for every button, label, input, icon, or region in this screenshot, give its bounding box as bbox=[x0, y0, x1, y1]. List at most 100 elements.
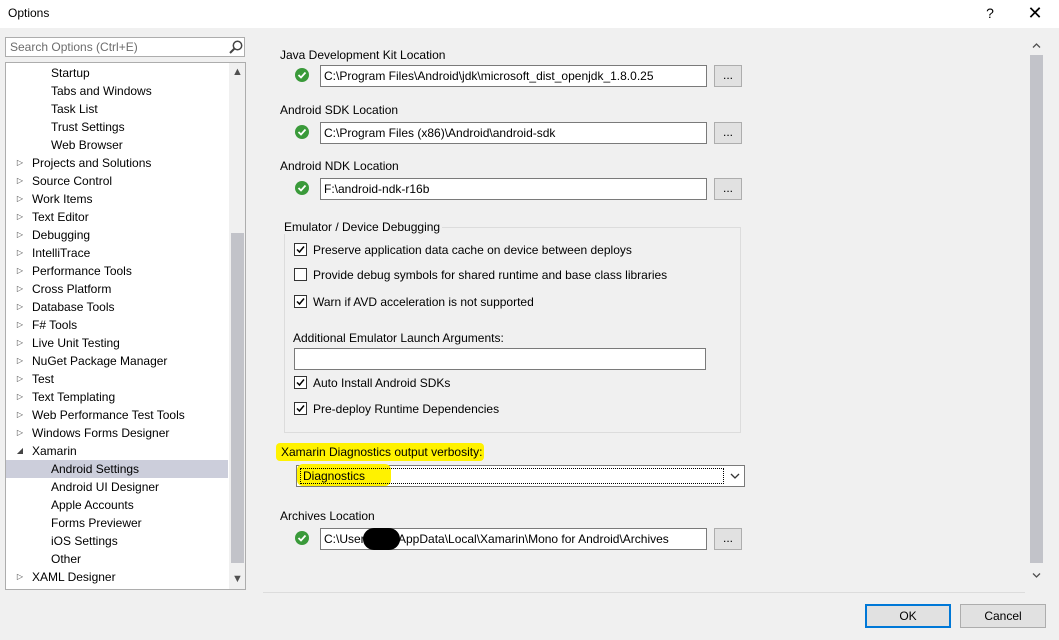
verbosity-dropdown[interactable]: Diagnostics bbox=[296, 464, 745, 487]
search-icon[interactable] bbox=[228, 39, 244, 55]
tree-item[interactable]: Startup bbox=[6, 64, 228, 82]
collapsed-arrow-icon[interactable]: ▷ bbox=[15, 190, 25, 208]
expanded-arrow-icon[interactable]: ◢ bbox=[15, 442, 25, 460]
predeploy-label[interactable]: Pre-deploy Runtime Dependencies bbox=[313, 402, 499, 416]
collapsed-arrow-icon[interactable]: ▷ bbox=[15, 370, 25, 388]
tree-item-label: Performance Tools bbox=[32, 264, 132, 278]
tree-item-label: Forms Previewer bbox=[51, 516, 142, 530]
preserve-cache-checkbox[interactable] bbox=[294, 243, 307, 256]
tree-item-label: Apple Accounts bbox=[51, 498, 134, 512]
collapsed-arrow-icon[interactable]: ▷ bbox=[15, 226, 25, 244]
tree-item-label: XAML Designer bbox=[32, 570, 116, 584]
tree-item[interactable]: ▷ Projects and Solutions bbox=[6, 154, 228, 172]
tree-item[interactable]: ▷ Database Tools bbox=[6, 298, 228, 316]
tree-item[interactable]: iOS Settings bbox=[6, 532, 228, 550]
collapsed-arrow-icon[interactable]: ▷ bbox=[15, 208, 25, 226]
tree-item[interactable]: ▷ XAML Designer bbox=[6, 568, 228, 586]
tree-item[interactable]: ▷ Text Templating bbox=[6, 388, 228, 406]
scroll-down-icon[interactable]: ▼ bbox=[229, 570, 245, 588]
archives-label: Archives Location bbox=[280, 509, 375, 523]
collapsed-arrow-icon[interactable]: ▷ bbox=[15, 424, 25, 442]
settings-scroll-thumb[interactable] bbox=[1030, 55, 1043, 563]
tree-item-label: Projects and Solutions bbox=[32, 156, 152, 170]
tree-item[interactable]: Trust Settings bbox=[6, 118, 228, 136]
tree-item[interactable]: Android Settings bbox=[6, 460, 228, 478]
tree-item[interactable]: ▷ Test bbox=[6, 370, 228, 388]
collapsed-arrow-icon[interactable]: ▷ bbox=[15, 406, 25, 424]
tree-item[interactable]: ▷ F# Tools bbox=[6, 316, 228, 334]
tree-item[interactable]: Task List bbox=[6, 100, 228, 118]
tree-item-label: Text Editor bbox=[32, 210, 89, 224]
ok-button[interactable]: OK bbox=[865, 604, 951, 628]
archives-browse-button[interactable]: ... bbox=[714, 528, 742, 550]
help-button[interactable]: ? bbox=[976, 2, 1004, 24]
search-input[interactable] bbox=[6, 38, 220, 56]
ndk-path-field[interactable] bbox=[320, 178, 707, 200]
auto-install-checkbox[interactable] bbox=[294, 376, 307, 389]
tree-item[interactable]: ▷ Windows Forms Designer bbox=[6, 424, 228, 442]
scroll-up-icon[interactable]: ▲ bbox=[229, 63, 245, 81]
sdk-browse-button[interactable]: ... bbox=[714, 122, 742, 144]
emulator-group-title: Emulator / Device Debugging bbox=[282, 220, 443, 234]
auto-install-label[interactable]: Auto Install Android SDKs bbox=[313, 376, 450, 390]
predeploy-checkbox[interactable] bbox=[294, 402, 307, 415]
options-tree: Startup Tabs and Windows Task List Trust Se… bbox=[5, 62, 246, 590]
settings-scrollbar[interactable] bbox=[1028, 37, 1045, 585]
verbosity-label: Xamarin Diagnostics output verbosity: bbox=[281, 445, 483, 459]
tree-item[interactable]: ◢ Xamarin bbox=[6, 442, 228, 460]
tree-item[interactable]: ▷ Text Editor bbox=[6, 208, 228, 226]
search-box[interactable] bbox=[5, 37, 245, 57]
tree-item[interactable]: ▷ NuGet Package Manager bbox=[6, 352, 228, 370]
jdk-browse-button[interactable]: ... bbox=[714, 65, 742, 87]
ndk-path-input[interactable] bbox=[321, 179, 706, 199]
tree-item[interactable]: ▷ IntelliTrace bbox=[6, 244, 228, 262]
chevron-down-icon[interactable] bbox=[725, 466, 744, 486]
tree-item[interactable]: ▷ Web Performance Test Tools bbox=[6, 406, 228, 424]
tree-item-label: Other bbox=[51, 552, 82, 566]
collapsed-arrow-icon[interactable]: ▷ bbox=[15, 316, 25, 334]
cancel-button[interactable]: Cancel bbox=[960, 604, 1046, 628]
warn-avd-label[interactable]: Warn if AVD acceleration is not supporte… bbox=[313, 295, 534, 309]
collapsed-arrow-icon[interactable]: ▷ bbox=[15, 298, 25, 316]
tree-item[interactable]: ▷ Work Items bbox=[6, 190, 228, 208]
collapsed-arrow-icon[interactable]: ▷ bbox=[15, 388, 25, 406]
jdk-path-field[interactable] bbox=[320, 65, 707, 87]
close-button[interactable]: ✕ bbox=[1020, 2, 1050, 24]
preserve-cache-label[interactable]: Preserve application data cache on devic… bbox=[313, 243, 632, 257]
collapsed-arrow-icon[interactable]: ▷ bbox=[15, 352, 25, 370]
tree-item-label: Tabs and Windows bbox=[51, 84, 152, 98]
tree-item[interactable]: Web Browser bbox=[6, 136, 228, 154]
collapsed-arrow-icon[interactable]: ▷ bbox=[15, 568, 25, 586]
collapsed-arrow-icon[interactable]: ▷ bbox=[15, 334, 25, 352]
warn-avd-checkbox[interactable] bbox=[294, 295, 307, 308]
scroll-up-icon[interactable] bbox=[1028, 37, 1045, 53]
debug-symbols-label[interactable]: Provide debug symbols for shared runtime… bbox=[313, 268, 667, 282]
tree-item[interactable]: Tabs and Windows bbox=[6, 82, 228, 100]
debug-symbols-checkbox[interactable] bbox=[294, 268, 307, 281]
tree-item[interactable]: ▷ Debugging bbox=[6, 226, 228, 244]
sdk-path-field[interactable] bbox=[320, 122, 707, 144]
collapsed-arrow-icon[interactable]: ▷ bbox=[15, 280, 25, 298]
ndk-browse-button[interactable]: ... bbox=[714, 178, 742, 200]
tree-item[interactable]: ▷ Source Control bbox=[6, 172, 228, 190]
tree-item[interactable]: Android UI Designer bbox=[6, 478, 228, 496]
check-ok-icon bbox=[295, 531, 309, 545]
tree-item[interactable]: ▷ Live Unit Testing bbox=[6, 334, 228, 352]
tree-item[interactable]: Apple Accounts bbox=[6, 496, 228, 514]
jdk-path-input[interactable] bbox=[321, 66, 706, 86]
scroll-down-icon[interactable] bbox=[1028, 567, 1045, 583]
emulator-args-field[interactable] bbox=[294, 348, 706, 370]
jdk-label: Java Development Kit Location bbox=[280, 48, 446, 62]
collapsed-arrow-icon[interactable]: ▷ bbox=[15, 262, 25, 280]
tree-item[interactable]: ▷ Performance Tools bbox=[6, 262, 228, 280]
tree-scrollbar[interactable]: ▲ ▼ bbox=[229, 63, 245, 589]
collapsed-arrow-icon[interactable]: ▷ bbox=[15, 172, 25, 190]
tree-scroll-thumb[interactable] bbox=[231, 233, 244, 563]
tree-item[interactable]: ▷ Cross Platform bbox=[6, 280, 228, 298]
sdk-path-input[interactable] bbox=[321, 123, 706, 143]
collapsed-arrow-icon[interactable]: ▷ bbox=[15, 154, 25, 172]
tree-item[interactable]: Forms Previewer bbox=[6, 514, 228, 532]
collapsed-arrow-icon[interactable]: ▷ bbox=[15, 244, 25, 262]
tree-item-label: NuGet Package Manager bbox=[32, 354, 168, 368]
tree-item[interactable]: Other bbox=[6, 550, 228, 568]
